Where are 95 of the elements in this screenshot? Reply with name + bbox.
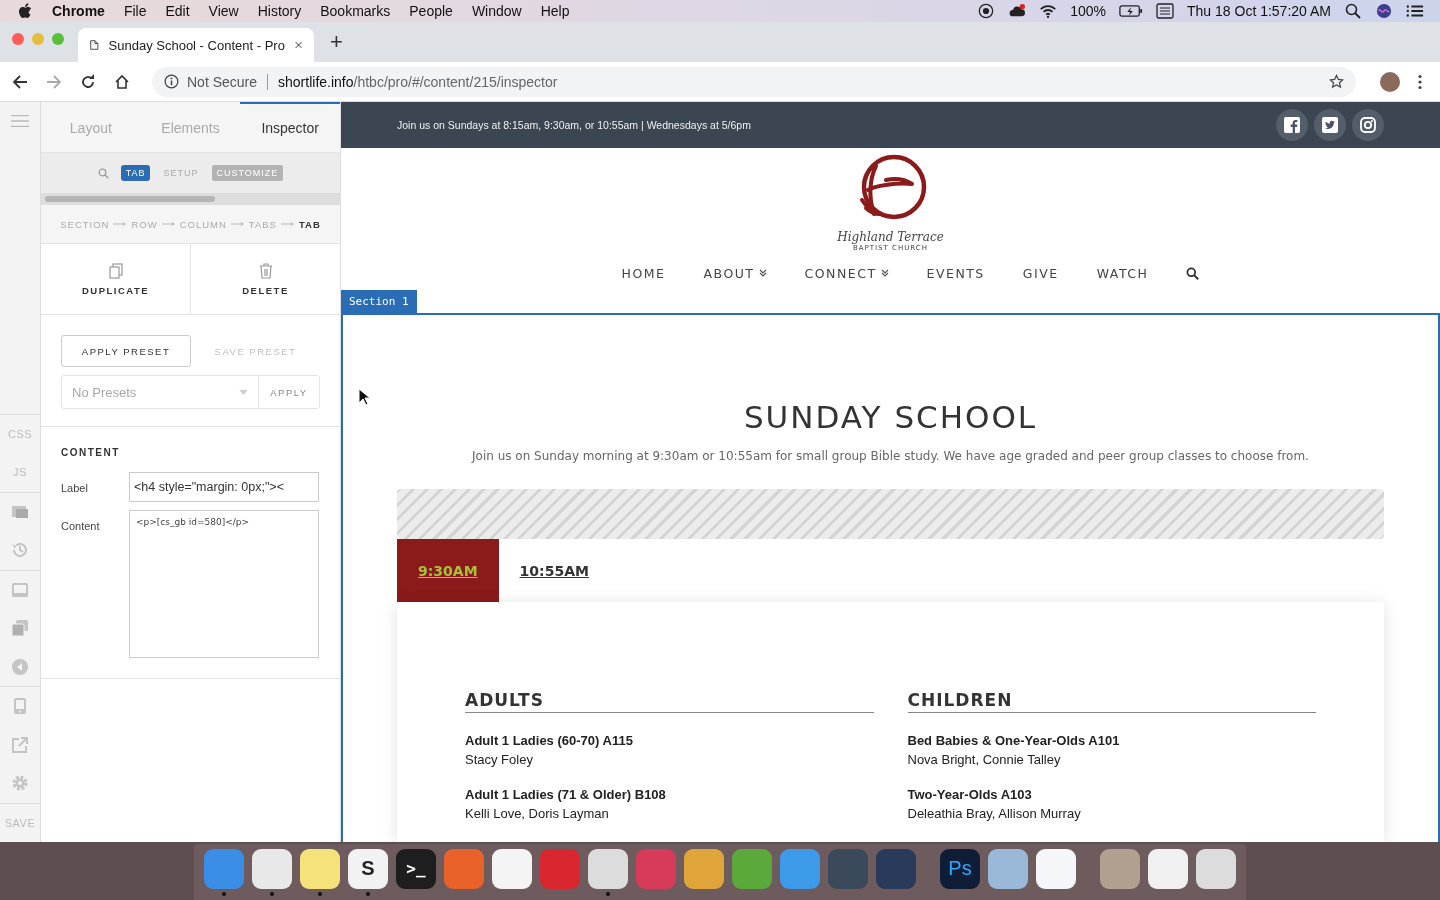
copy-icon (107, 262, 124, 279)
nav-link[interactable]: HOME (621, 265, 666, 281)
search-icon[interactable] (1186, 266, 1200, 280)
info-icon[interactable] (164, 74, 179, 89)
keyboard-icon[interactable] (1156, 3, 1174, 19)
teacher-names: Kelli Love, Doris Layman (465, 806, 610, 821)
breadcrumb-item[interactable]: TAB (298, 218, 321, 230)
arrow-icon (230, 221, 245, 227)
class-name: Adult 1 Ladies (71 & Older) B108 (465, 787, 667, 802)
nav-link[interactable]: WATCH (1096, 265, 1149, 281)
column-heading: CHILDREN (907, 690, 1316, 713)
class-name: Two-Year-Olds A103 (907, 787, 1033, 802)
nav-link[interactable]: GIVE (1022, 265, 1059, 281)
schedule-tab[interactable]: 10:55AM (498, 539, 610, 602)
teacher-names: Stacy Foley (465, 752, 534, 767)
social-link[interactable] (1314, 109, 1346, 141)
document-icon (90, 38, 99, 52)
menu-item[interactable]: Edit (165, 3, 190, 19)
app-icon[interactable] (1196, 848, 1236, 889)
back-icon[interactable] (12, 73, 28, 90)
app-icon[interactable]: S (348, 848, 388, 889)
menu-item[interactable]: History (257, 3, 302, 19)
teacher-names: Nova Bright, Connie Talley (907, 752, 1062, 767)
teacher-names: Deleathia Bray, Allison Murray (907, 806, 1082, 821)
app-menu[interactable]: Chrome (52, 3, 105, 19)
record-icon[interactable] (977, 3, 996, 19)
reload-icon[interactable] (80, 73, 96, 90)
app-icon[interactable] (1036, 848, 1076, 889)
close-window-icon[interactable] (12, 33, 24, 45)
app-icon[interactable] (492, 848, 532, 889)
dropdown-caret-icon (239, 389, 248, 395)
label-input-field[interactable]: <h4 style="margin: 0px;">< (129, 472, 319, 502)
nav-link[interactable]: EVENTS (926, 265, 985, 281)
app-icon[interactable] (1148, 848, 1188, 889)
app-icon[interactable] (300, 848, 340, 889)
class-name: Adult 1 Ladies (60-70) A115 (465, 733, 634, 748)
browser-tab[interactable]: Sunday School - Content - Pro (78, 28, 314, 62)
app-icon[interactable]: Ps (940, 848, 980, 889)
app-icon[interactable] (1100, 848, 1140, 889)
battery-icon[interactable] (1119, 3, 1143, 19)
menu-item[interactable]: File (123, 3, 147, 19)
column-heading: ADULTS (465, 690, 874, 713)
profile-avatar[interactable] (1380, 71, 1400, 92)
field-label: Label (61, 481, 89, 494)
menu-item[interactable]: Bookmarks (320, 3, 391, 19)
wifi-icon[interactable] (1039, 3, 1058, 19)
tab-title: Sunday School - Content - Pro (108, 37, 285, 53)
class-name: Bed Babies & One-Year-Olds A101 (907, 733, 1121, 748)
facebook-icon (1284, 117, 1300, 133)
schedule-tab[interactable]: 9:30AM (397, 539, 499, 602)
app-icon[interactable] (684, 848, 724, 889)
arrow-icon (161, 221, 176, 227)
section-label[interactable]: Section 1 (341, 290, 417, 313)
search-icon[interactable] (1344, 3, 1362, 19)
scrollbar-thumb[interactable] (45, 196, 215, 202)
intro-text: Join us on Sunday morning at 9:30am or 10:55am for small group Bible study. We have age graded and peer group classes to choose from. (472, 449, 1309, 463)
address-bar[interactable]: Not Secure shortlife.info/htbc/pro/#/content/215/inspector (152, 66, 1356, 97)
more-options-icon[interactable] (1418, 73, 1422, 90)
apple-logo-icon[interactable] (18, 3, 32, 19)
twitter-bird-icon (1322, 117, 1338, 133)
app-icon[interactable] (988, 848, 1028, 889)
app-icon[interactable] (252, 848, 292, 889)
clock[interactable]: Thu 18 Oct 1:57:20 AM (1187, 3, 1331, 19)
list-icon[interactable] (1406, 3, 1424, 19)
page-heading: SUNDAY SCHOOL (743, 399, 1038, 435)
logo-wordmark: Highland Terrace (837, 230, 944, 244)
apply-preset-button[interactable]: APPLY PRESET (61, 335, 191, 367)
social-link[interactable] (1352, 109, 1384, 141)
trash-icon (257, 262, 274, 279)
app-icon[interactable]: >_ (396, 848, 436, 889)
mouse-cursor-icon (358, 388, 370, 406)
arrow-icon (280, 221, 295, 227)
menu-item[interactable]: View (208, 3, 239, 19)
announcement-text: Join us on Sundays at 8:15am, 9:30am, or 10:55am | Wednesdays at 5/6pm (397, 119, 752, 131)
element-type-tag: TAB (120, 165, 151, 181)
star-icon[interactable] (1329, 74, 1344, 89)
menu-item[interactable]: Window (471, 3, 522, 19)
security-label: Not Secure (187, 73, 258, 90)
nav-link[interactable]: CONNECT (804, 265, 889, 281)
nav-link[interactable]: ABOUT (703, 265, 767, 281)
cloud-icon[interactable] (1008, 3, 1027, 19)
battery-percentage: 100% (1070, 3, 1106, 19)
close-icon[interactable] (294, 40, 302, 50)
home-icon[interactable] (114, 73, 130, 90)
section-title: CONTENT (61, 447, 121, 458)
new-tab-button[interactable]: + (330, 31, 343, 53)
content-textarea[interactable]: <p>[cs_gb id=580]</p> (129, 510, 319, 658)
field-label: Content (61, 519, 101, 532)
menu-item[interactable]: People (409, 3, 453, 19)
url-text: shortlife.info/htbc/pro/#/content/215/inspector (278, 73, 559, 90)
menu-item[interactable]: Help (540, 3, 570, 19)
arrow-icon (113, 221, 128, 227)
app-icon[interactable] (588, 848, 628, 889)
social-link[interactable] (1276, 109, 1308, 141)
instagram-icon (1360, 117, 1376, 133)
